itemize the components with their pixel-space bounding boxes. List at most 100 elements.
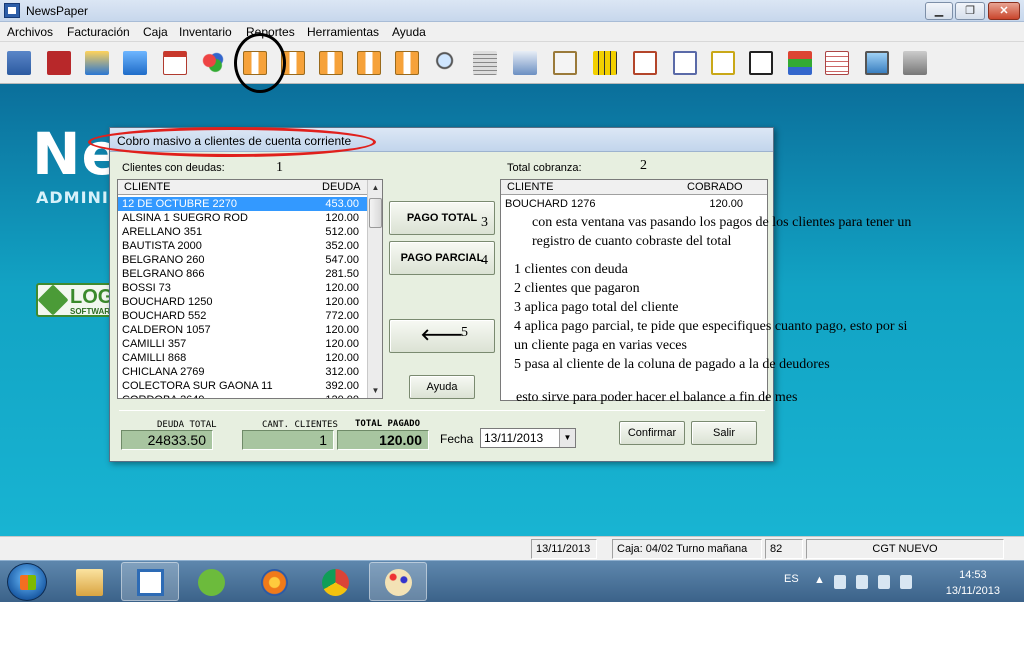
debtor-row[interactable]: BOSSI 73 120.00 [118,281,367,295]
debtor-amount: 281.50 [325,268,359,280]
report-tool-button[interactable] [630,48,660,78]
notes-tool-button[interactable] [708,48,738,78]
clients-icon [7,51,31,75]
minimize-button[interactable]: ▁ [925,2,953,20]
debtors-list[interactable]: CLIENTE DEUDA 12 DE OCTUBRE 2270 453.00 AL… [117,179,383,399]
maximize-button[interactable]: ❐ [955,2,985,20]
box-icon [85,51,109,75]
network-icon[interactable] [834,575,846,589]
taskbar-newspaper-app[interactable] [121,562,179,601]
yellow-grid-tool-button[interactable] [590,48,620,78]
menu-caja[interactable]: Caja [143,25,168,39]
debtor-row[interactable]: COLECTORA SUR GAONA 11 392.00 [118,379,367,393]
debtor-amount: 352.00 [325,240,359,252]
column-header-cliente[interactable]: CLIENTE [124,181,170,193]
taskbar-firefox[interactable] [245,562,303,601]
window-title: NewsPaper [26,4,89,18]
clipboard-tool-button[interactable] [550,48,580,78]
scroll-down-arrow-icon[interactable]: ▼ [368,383,382,398]
taskbar-explorer[interactable] [60,562,118,601]
debtor-row[interactable]: CHICLANA 2769 312.00 [118,365,367,379]
folder-icon [76,569,103,596]
debtor-row[interactable]: BELGRANO 260 547.00 [118,253,367,267]
pago-parcial-button[interactable]: PAGO PARCIAL [389,241,495,275]
debtor-row[interactable]: BOUCHARD 1250 120.00 [118,295,367,309]
close-button[interactable]: ✕ [988,2,1020,20]
scroll-up-arrow-icon[interactable]: ▲ [368,180,382,195]
debtor-row[interactable]: 12 DE OCTUBRE 2270 453.00 [118,197,367,211]
menu-inventario[interactable]: Inventario [179,25,232,39]
grid-icon [357,51,381,75]
ayuda-button[interactable]: Ayuda [409,375,475,399]
folder-tool-button[interactable] [120,48,150,78]
menu-ayuda[interactable]: Ayuda [392,25,426,39]
volume-icon[interactable] [878,575,890,589]
calendar-tool-button[interactable] [160,48,190,78]
spreadsheet-tool-button[interactable] [822,48,852,78]
debtor-row[interactable]: ALSINA 1 SUEGRO ROD 120.00 [118,211,367,225]
menu-herramientas[interactable]: Herramientas [307,25,379,39]
cart-tool-button[interactable] [900,48,930,78]
salir-button[interactable]: Salir [691,421,757,445]
refresh-tool-button[interactable] [510,48,540,78]
grid-delete-icon [395,51,419,75]
debtor-row[interactable]: BAUTISTA 2000 352.00 [118,239,367,253]
remove-column-tool-button[interactable] [316,48,346,78]
taskbar-chrome[interactable] [306,562,364,601]
column-header-cliente-paid[interactable]: CLIENTE [507,181,553,193]
clock[interactable]: 14:53 13/11/2013 [946,567,1000,599]
paid-row[interactable]: BOUCHARD 1276 120.00 [501,197,767,211]
column-header-cobrado[interactable]: COBRADO [687,181,743,193]
column-header-deuda[interactable]: DEUDA [322,181,361,193]
tray-expand-icon[interactable]: ▲ [814,574,825,586]
debtor-row[interactable]: CAMILLI 868 120.00 [118,351,367,365]
fecha-date-picker[interactable]: 13/11/2013 ▼ [480,428,576,448]
clients-tool-button[interactable] [4,48,34,78]
document-tool-button[interactable] [746,48,776,78]
clipboard-icon [553,51,577,75]
colors-tool-button[interactable] [198,48,228,78]
debtor-amount: 312.00 [325,366,359,378]
gen-tool-button[interactable] [44,48,74,78]
taskbar-paint[interactable] [369,562,427,601]
search-tool-button[interactable] [432,48,462,78]
debtor-row[interactable]: BELGRANO 866 281.50 [118,267,367,281]
dropbox-icon[interactable] [900,575,912,589]
books-tool-button[interactable] [785,48,815,78]
deuda-total-field: 24833.50 [121,430,213,450]
menu-archivos[interactable]: Archivos [7,25,53,39]
badge-text: LOG [70,286,114,308]
annotation-number-3: 3 [481,215,488,230]
chevron-down-icon[interactable]: ▼ [559,429,575,447]
scroll-thumb[interactable] [369,198,382,228]
move-to-debtors-button[interactable]: 🡐 [389,319,495,353]
delete-grid-tool-button[interactable] [392,48,422,78]
debtor-row[interactable]: ARELLANO 351 512.00 [118,225,367,239]
pago-total-label: PAGO TOTAL [406,212,478,224]
box-tool-button[interactable] [82,48,112,78]
newspaper-tool-button[interactable] [470,48,500,78]
annotation-line: esto sirve para poder hacer el balance a… [516,390,798,405]
calendar-icon [163,51,187,75]
list-tool-button[interactable] [670,48,700,78]
menu-facturacion[interactable]: Facturación [67,25,130,39]
debtor-row[interactable]: CORDOBA 2649 120.00 [118,393,367,398]
debtor-row[interactable]: BOUCHARD 552 772.00 [118,309,367,323]
notes-icon [711,51,735,75]
battery-icon[interactable] [856,575,868,589]
monitor-tool-button[interactable] [862,48,892,78]
debtor-amount: 453.00 [325,198,359,210]
grid-tool-button[interactable] [354,48,384,78]
debtor-row[interactable]: CALDERON 1057 120.00 [118,323,367,337]
green-app-icon [198,569,225,596]
debtor-amount: 392.00 [325,380,359,392]
confirmar-button[interactable]: Confirmar [619,421,685,445]
debtor-row[interactable]: CAMILLI 357 120.00 [118,337,367,351]
pago-total-button[interactable]: PAGO TOTAL [389,201,495,235]
taskbar-evernote[interactable] [182,562,240,601]
start-button[interactable] [7,563,47,601]
footer-separator [119,410,765,411]
debtors-list-scrollbar[interactable]: ▲ ▼ [367,180,382,398]
language-indicator[interactable]: ES [784,573,799,585]
debtor-name: BELGRANO 260 [122,254,205,266]
